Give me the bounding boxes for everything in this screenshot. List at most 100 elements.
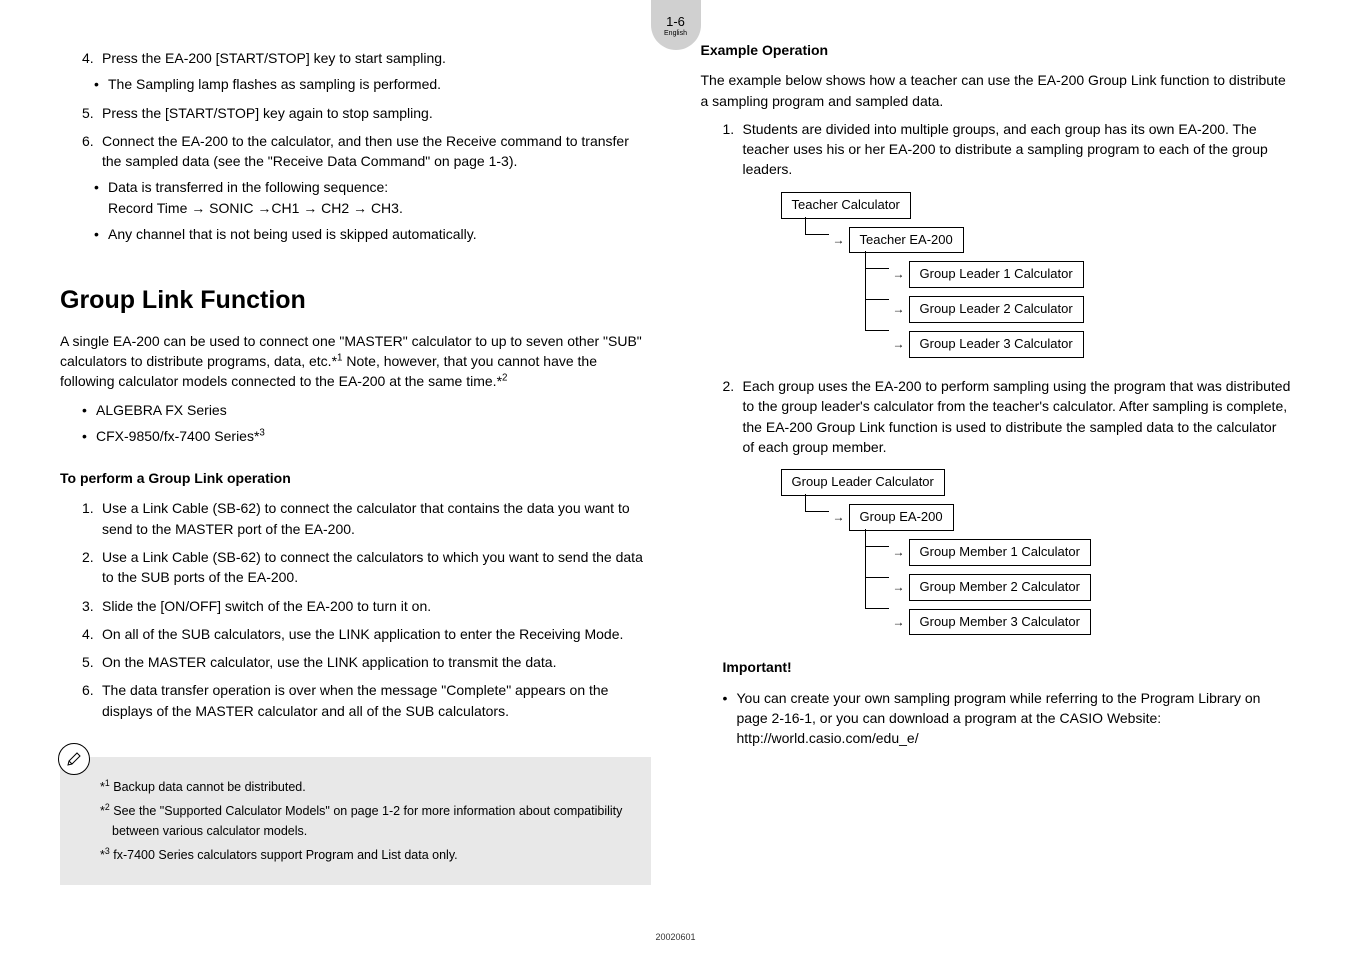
bullet-item: • The Sampling lamp flashes as sampling … [94,74,651,94]
bullet-text: Data is transferred in the following seq… [108,177,651,218]
example-heading: Example Operation [701,40,1292,60]
step-item: 2.Use a Link Cable (SB-62) to connect th… [82,547,651,588]
page-language: English [664,30,687,37]
arrow-icon: → [893,337,905,351]
bullet-line2: Record Time → SONIC →CH1 → CH2 → CH3. [108,200,403,216]
arrow-icon: → [833,510,845,524]
step-text: Students are divided into multiple group… [743,119,1292,180]
list-item: 4. Press the EA-200 [START/STOP] key to … [82,48,651,68]
step-number: 1. [82,498,102,539]
model-text: CFX-9850/fx-7400 Series*3 [96,426,651,446]
example-step: 1. Students are divided into multiple gr… [723,119,1292,180]
diagram-box: Teacher EA-200 [849,227,964,254]
bullet-line1: Data is transferred in the following seq… [108,179,388,195]
step-text: Slide the [ON/OFF] switch of the EA-200 … [102,596,651,616]
model-item: • ALGEBRA FX Series [82,400,651,420]
bullet-dot: • [82,426,96,446]
footnote-ref: 3 [259,427,264,438]
model-text-span: CFX-9850/fx-7400 Series* [96,428,259,444]
step-text: Each group uses the EA-200 to perform sa… [743,376,1292,457]
important-text: You can create your own sampling program… [737,688,1292,749]
page-number: 1-6 [666,14,685,29]
bullet-dot: • [82,400,96,420]
footnote: *2 See the "Supported Calculator Models"… [100,800,631,841]
item-number: 4. [82,48,102,68]
step-number: 3. [82,596,102,616]
arrow-icon: → [893,267,905,281]
item-text: Press the [START/STOP] key again to stop… [102,103,651,123]
arrow-icon: → [893,615,905,629]
footnote-num: 3 [105,846,110,856]
pencil-icon [58,743,90,775]
important-bullet: • You can create your own sampling progr… [723,688,1292,749]
item-text: Press the EA-200 [START/STOP] key to sta… [102,48,651,68]
bullet-item: • Data is transferred in the following s… [94,177,651,218]
bullet-text: Any channel that is not being used is sk… [108,224,651,244]
footnote-box: *1 Backup data cannot be distributed. *2… [60,757,651,884]
step-number: 1. [723,119,743,180]
footnote-ref: 2 [502,373,507,384]
item-number: 5. [82,103,102,123]
arrow-icon: → [893,545,905,559]
step-number: 2. [723,376,743,457]
list-item: 6. Connect the EA-200 to the calculator,… [82,131,651,172]
footnote-num: 1 [105,778,110,788]
footnote-text: Backup data cannot be distributed. [113,780,306,794]
step-item: 6.The data transfer operation is over wh… [82,680,651,721]
diagram-box: Group Leader 3 Calculator [909,331,1084,358]
diagram-box: Group Member 1 Calculator [909,539,1091,566]
bullet-dot: • [94,74,108,94]
content-columns: 4. Press the EA-200 [START/STOP] key to … [0,0,1351,905]
item-number: 6. [82,131,102,172]
diagram-box: Group Leader Calculator [781,469,945,496]
step-text: The data transfer operation is over when… [102,680,651,721]
footnote-text: See the "Supported Calculator Models" on… [112,804,622,838]
footnote: *3 fx-7400 Series calculators support Pr… [100,844,631,865]
diagram-group: Group Leader Calculator → Group EA-200 → G… [781,469,1292,635]
step-item: 1.Use a Link Cable (SB-62) to connect th… [82,498,651,539]
bullet-dot: • [723,688,737,749]
step-item: 3.Slide the [ON/OFF] switch of the EA-20… [82,596,651,616]
list-item: 5. Press the [START/STOP] key again to s… [82,103,651,123]
step-text: Use a Link Cable (SB-62) to connect the … [102,547,651,588]
model-text: ALGEBRA FX Series [96,400,651,420]
bullet-dot: • [94,224,108,244]
step-text: On the MASTER calculator, use the LINK a… [102,652,651,672]
diagram-box: Teacher Calculator [781,192,911,219]
diagram-box: Group EA-200 [849,504,954,531]
footnote-num: 2 [105,802,110,812]
model-item: • CFX-9850/fx-7400 Series*3 [82,426,651,446]
left-column: 4. Press the EA-200 [START/STOP] key to … [60,40,651,885]
right-column: Example Operation The example below show… [701,40,1292,885]
item-text: Connect the EA-200 to the calculator, an… [102,131,651,172]
step-text: Use a Link Cable (SB-62) to connect the … [102,498,651,539]
step-number: 4. [82,624,102,644]
diagram-box: Group Member 2 Calculator [909,574,1091,601]
bullet-item: • Any channel that is not being used is … [94,224,651,244]
subsection-heading: To perform a Group Link operation [60,468,651,488]
footnote-text: fx-7400 Series calculators support Progr… [113,849,457,863]
section-heading: Group Link Function [60,282,651,318]
step-number: 2. [82,547,102,588]
arrow-icon: → [833,233,845,247]
intro-paragraph: A single EA-200 can be used to connect o… [60,331,651,392]
step-item: 4.On all of the SUB calculators, use the… [82,624,651,644]
example-step: 2. Each group uses the EA-200 to perform… [723,376,1292,457]
bullet-dot: • [94,177,108,218]
arrow-icon: → [893,580,905,594]
footer-number: 20020601 [655,932,695,942]
arrow-icon: → [893,302,905,316]
page-number-badge: 1-6 English [651,0,701,50]
important-heading: Important! [723,657,1292,677]
diagram-box: Group Leader 1 Calculator [909,261,1084,288]
step-item: 5.On the MASTER calculator, use the LINK… [82,652,651,672]
step-text: On all of the SUB calculators, use the L… [102,624,651,644]
diagram-teacher: Teacher Calculator → Teacher EA-200 → Grou… [781,192,1292,358]
example-intro: The example below shows how a teacher ca… [701,70,1292,111]
bullet-text: The Sampling lamp flashes as sampling is… [108,74,651,94]
step-number: 5. [82,652,102,672]
footnote: *1 Backup data cannot be distributed. [100,776,631,797]
diagram-box: Group Member 3 Calculator [909,609,1091,636]
step-number: 6. [82,680,102,721]
diagram-box: Group Leader 2 Calculator [909,296,1084,323]
